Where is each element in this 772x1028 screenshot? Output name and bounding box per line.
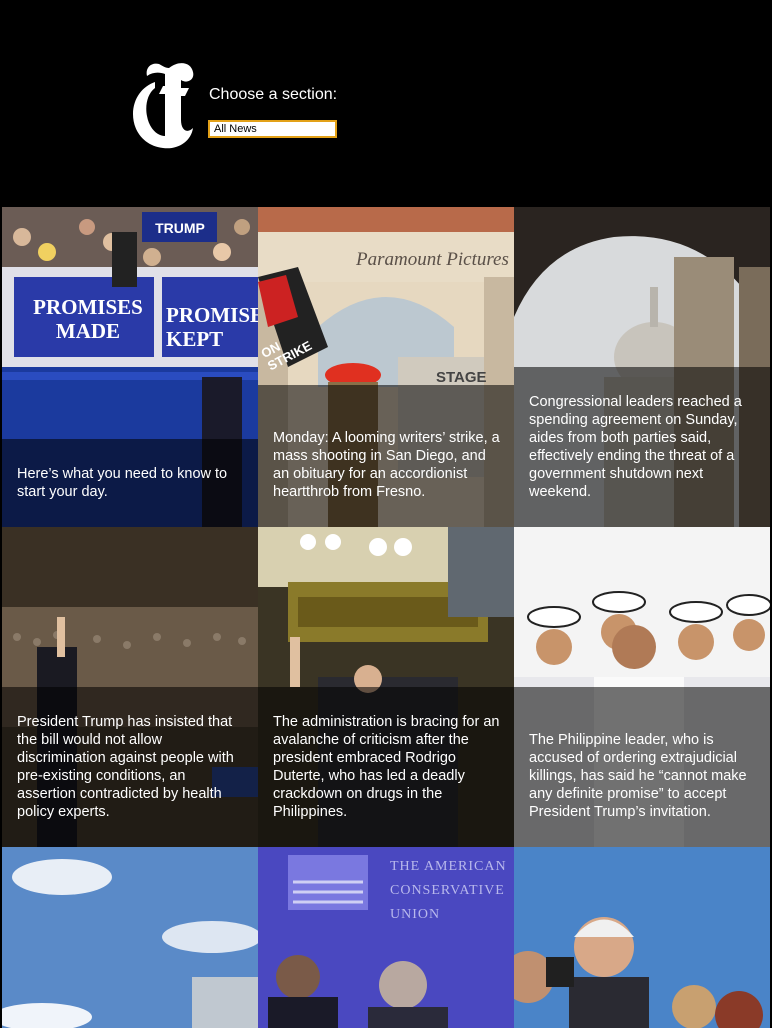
sign-promises-kept: PROMISES KEPT [166,303,258,351]
paramount-sign: Paramount Pictures [356,249,509,270]
news-tile[interactable] [514,847,770,1028]
section-select[interactable]: All News [208,120,337,138]
stage-sign: STAGE [436,369,487,386]
tile-caption: Monday: A looming writers’ strike, a mas… [273,430,500,500]
news-tile[interactable]: The administration is bracing for an ava… [258,527,514,847]
news-grid: TRUMP PROMISES MADE PROMISES KEPT Here’s… [2,207,770,1028]
tile-caption: President Trump has insisted that the bi… [17,714,234,820]
news-tile[interactable]: The Philippine leader, who is accused of… [514,527,770,847]
news-tile[interactable]: Congressional leaders reached a spending… [514,207,770,527]
sky-photo [2,847,258,1028]
sign-promises-made: PROMISES MADE [33,295,143,343]
cpac-banner: THE AMERICAN CONSERVATIVE UNION [390,859,507,922]
section-label: Choose a section: [209,86,338,103]
tile-caption: Congressional leaders reached a spending… [529,394,742,500]
nyt-logo-icon [133,63,194,149]
biden-photo [514,847,770,1028]
news-tile[interactable]: President Trump has insisted that the bi… [2,527,258,847]
tile-caption: The administration is bracing for an ava… [273,714,500,820]
header: Choose a section: All News [0,0,772,207]
news-tile[interactable]: Paramount Pictures ON STRIKE STAGE Monda… [258,207,514,527]
news-tile[interactable]: TRUMP PROMISES MADE PROMISES KEPT Here’s… [2,207,258,527]
tile-caption: The Philippine leader, who is accused of… [529,732,747,820]
banner-text: TRUMP [155,220,205,236]
news-page: Choose a section: All News TRUMP PROMISE… [0,0,772,1028]
tile-caption: Here’s what you need to know to start yo… [17,466,228,500]
news-tile[interactable] [2,847,258,1028]
news-tile[interactable]: THE AMERICAN CONSERVATIVE UNION [258,847,514,1028]
